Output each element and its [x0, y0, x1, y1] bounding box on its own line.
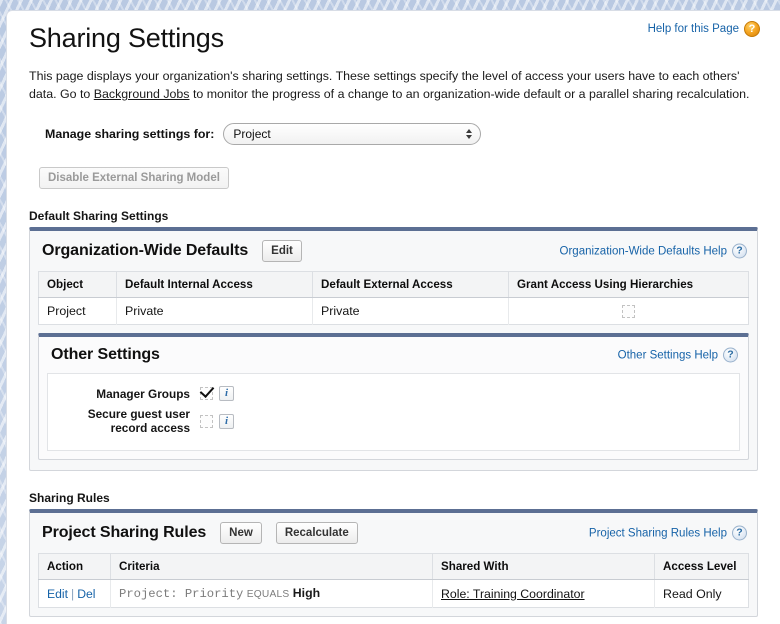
sharing-rules-help-link[interactable]: Project Sharing Rules Help	[589, 527, 727, 539]
owd-col-hierarchies: Grant Access Using Hierarchies	[508, 271, 749, 298]
owd-col-internal: Default Internal Access	[116, 271, 313, 298]
owd-help-link[interactable]: Organization-Wide Defaults Help	[560, 245, 727, 257]
owd-table: Object Default Internal Access Default E…	[38, 271, 749, 326]
manage-sharing-select[interactable]: Project	[223, 123, 482, 145]
owd-col-object: Object	[38, 271, 117, 298]
help-circle-orange-icon[interactable]: ?	[744, 21, 760, 37]
help-circle-blue-icon[interactable]: ?	[732, 243, 747, 259]
info-icon[interactable]: i	[219, 386, 234, 402]
sr-col-access-level: Access Level	[654, 553, 749, 581]
sr-cell-action: Edit | Del	[38, 579, 111, 608]
info-icon[interactable]: i	[219, 413, 234, 429]
other-settings-row-manager-groups: Manager Groups i	[48, 383, 739, 404]
page-header: Sharing Settings Help for this Page ?	[7, 11, 780, 55]
secure-guest-user-label: Secure guest user record access	[87, 407, 190, 436]
other-settings-body: Manager Groups i Secure guest user recor…	[47, 373, 740, 452]
owd-title: Organization-Wide Defaults	[42, 242, 249, 259]
intro-paragraph: This page displays your organization's s…	[29, 67, 758, 103]
owd-panel-header: Organization-Wide Defaults Edit Organiza…	[30, 231, 757, 271]
owd-edit-button[interactable]: Edit	[262, 240, 302, 262]
manage-sharing-row: Manage sharing settings for: Project	[29, 123, 758, 145]
owd-cell-external: Private	[312, 297, 509, 325]
sharing-rules-header: Project Sharing Rules New Recalculate Pr…	[30, 513, 757, 553]
sr-col-criteria: Criteria	[110, 553, 433, 581]
browser-page: Sharing Settings Help for this Page ? Th…	[0, 0, 780, 624]
delete-rule-link[interactable]: Del	[77, 587, 95, 601]
other-settings-help-link[interactable]: Other Settings Help	[618, 349, 718, 361]
action-separator: |	[71, 586, 75, 601]
manager-groups-label: Manager Groups	[96, 386, 190, 401]
intro-text-part2: to monitor the progress of a change to a…	[189, 87, 750, 101]
owd-cell-hierarchies	[508, 297, 749, 325]
manage-sharing-select-wrap[interactable]: Project	[223, 123, 482, 145]
owd-table-header-row: Object Default Internal Access Default E…	[38, 271, 749, 298]
help-circle-blue-icon[interactable]: ?	[723, 347, 738, 363]
shared-with-link[interactable]: Role: Training Coordinator	[441, 587, 585, 601]
owd-help[interactable]: Organization-Wide Defaults Help ?	[560, 243, 747, 259]
sr-cell-access-level: Read Only	[654, 579, 749, 608]
sharing-rules-title: Project Sharing Rules	[42, 524, 207, 542]
help-circle-blue-icon[interactable]: ?	[732, 525, 747, 541]
help-for-this-page-link[interactable]: Help for this Page	[648, 23, 739, 35]
help-for-this-page[interactable]: Help for this Page ?	[648, 21, 760, 37]
sr-col-action: Action	[38, 553, 111, 581]
new-sharing-rule-button[interactable]: New	[220, 522, 262, 545]
criteria-operator: EQUALS	[246, 589, 290, 601]
sr-cell-criteria: Project: Priority EQUALS High	[110, 579, 433, 608]
project-sharing-rules-panel: Project Sharing Rules New Recalculate Pr…	[29, 509, 758, 618]
secure-guest-user-checkbox[interactable]	[200, 414, 213, 428]
sharing-rules-label: Sharing Rules	[29, 491, 110, 506]
other-settings-title: Other Settings	[51, 346, 160, 364]
background-jobs-link[interactable]: Background Jobs	[94, 87, 190, 101]
owd-col-external: Default External Access	[312, 271, 509, 298]
edit-rule-link[interactable]: Edit	[47, 587, 68, 601]
table-row: Edit | Del Project: Priority EQUALS High R…	[38, 579, 749, 608]
recalculate-button[interactable]: Recalculate	[275, 522, 358, 545]
owd-cell-object: Project	[38, 297, 117, 325]
organization-wide-defaults-panel: Organization-Wide Defaults Edit Organiza…	[29, 227, 758, 472]
grant-access-hierarchies-checkbox	[622, 305, 635, 319]
sr-cell-shared-with: Role: Training Coordinator	[432, 579, 655, 608]
sharing-rules-header-row: Action Criteria Shared With Access Level	[38, 553, 749, 581]
owd-cell-internal: Private	[116, 297, 313, 325]
other-settings-header: Other Settings Other Settings Help ?	[39, 337, 748, 373]
external-sharing-button-row: Disable External Sharing Model	[29, 167, 758, 189]
sharing-rules-help[interactable]: Project Sharing Rules Help ?	[589, 525, 747, 541]
default-sharing-settings-label: Default Sharing Settings	[29, 209, 169, 223]
disable-external-sharing-model-button[interactable]: Disable External Sharing Model	[39, 167, 229, 189]
other-settings-panel: Other Settings Other Settings Help ? Man…	[38, 333, 749, 461]
table-row: Project Private Private	[38, 297, 749, 325]
sharing-rules-table: Action Criteria Shared With Access Level…	[38, 553, 749, 609]
other-settings-row-secure-guest: Secure guest user record access i	[48, 404, 739, 438]
page-content: Sharing Settings Help for this Page ? Th…	[6, 10, 780, 624]
manage-sharing-label: Manage sharing settings for:	[45, 127, 215, 141]
criteria-value: High	[292, 586, 321, 601]
manager-groups-checkbox[interactable]	[200, 387, 213, 401]
sr-col-shared-with: Shared With	[432, 553, 655, 581]
criteria-field: Project: Priority	[119, 587, 244, 602]
other-settings-help[interactable]: Other Settings Help ?	[618, 347, 738, 363]
